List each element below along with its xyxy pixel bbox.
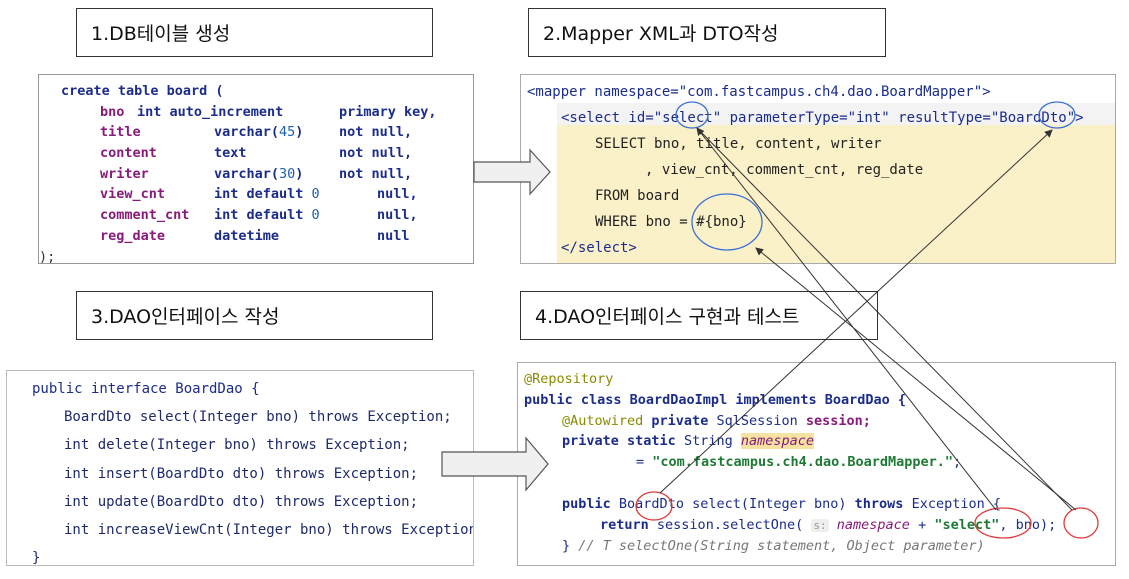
- right-block-arrow-bottom: [441, 436, 549, 492]
- result-type-circle: [1038, 101, 1076, 129]
- bno-param-circle: [691, 193, 763, 251]
- right-block-arrow-top: [473, 148, 551, 196]
- result-type-link-line: [659, 129, 1053, 494]
- select-link-line: [696, 127, 997, 511]
- annotation-overlay: [441, 101, 1099, 539]
- bno-arg-circle: [1063, 507, 1099, 539]
- select-id-circle: [675, 101, 709, 129]
- return-type-circle: [635, 491, 673, 521]
- select-string-circle: [974, 507, 1032, 539]
- bno-link-line: [755, 247, 1077, 511]
- select-link-line-2: [696, 127, 1073, 511]
